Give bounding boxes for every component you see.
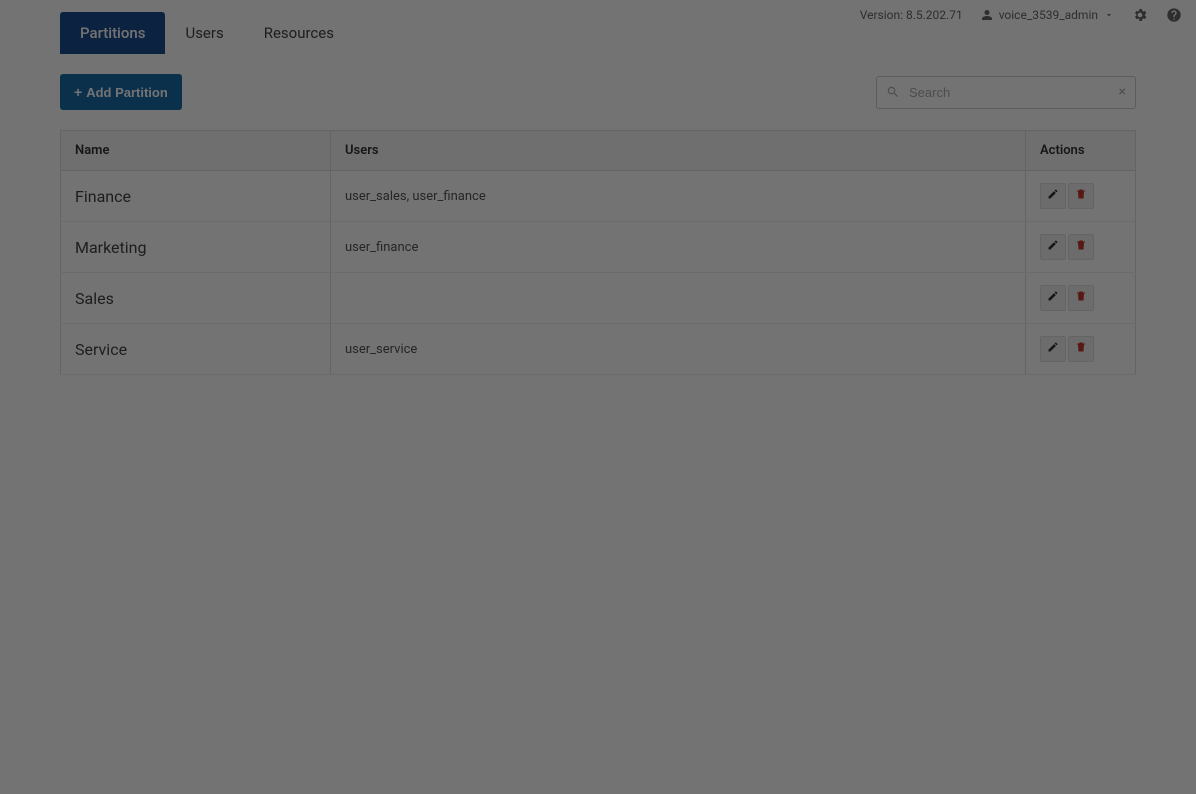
user-icon — [981, 9, 993, 21]
table-row: Sales — [61, 273, 1136, 324]
col-header-users: Users — [331, 131, 1026, 171]
add-button-label: Add Partition — [86, 85, 168, 100]
cell-users: user_sales, user_finance — [331, 171, 1026, 222]
add-partition-button[interactable]: + Add Partition — [60, 74, 182, 110]
username-label: voice_3539_admin — [999, 8, 1098, 22]
gear-icon[interactable] — [1132, 7, 1148, 23]
help-icon[interactable] — [1166, 7, 1182, 23]
trash-icon — [1075, 188, 1087, 204]
plus-icon: + — [74, 84, 82, 100]
cell-users: user_service — [331, 324, 1026, 375]
delete-button[interactable] — [1068, 183, 1094, 209]
cell-name: Marketing — [61, 222, 331, 273]
pencil-icon — [1047, 341, 1059, 357]
table-row: Financeuser_sales, user_finance — [61, 171, 1136, 222]
cell-users: user_finance — [331, 222, 1026, 273]
tab-users[interactable]: Users — [165, 12, 243, 54]
tab-partitions[interactable]: Partitions — [60, 12, 165, 54]
search-icon — [886, 85, 900, 99]
search-container: × — [876, 76, 1136, 109]
trash-icon — [1075, 341, 1087, 357]
delete-button[interactable] — [1068, 336, 1094, 362]
cell-actions — [1026, 273, 1136, 324]
chevron-down-icon — [1104, 10, 1114, 20]
pencil-icon — [1047, 290, 1059, 306]
cell-actions — [1026, 171, 1136, 222]
cell-name: Sales — [61, 273, 331, 324]
table-row: Marketinguser_finance — [61, 222, 1136, 273]
search-input[interactable] — [876, 76, 1136, 109]
cell-actions — [1026, 324, 1136, 375]
tab-resources[interactable]: Resources — [244, 12, 354, 54]
table-row: Serviceuser_service — [61, 324, 1136, 375]
delete-button[interactable] — [1068, 234, 1094, 260]
cell-name: Finance — [61, 171, 331, 222]
col-header-name: Name — [61, 131, 331, 171]
pencil-icon — [1047, 239, 1059, 255]
clear-search-icon[interactable]: × — [1119, 84, 1126, 100]
trash-icon — [1075, 239, 1087, 255]
col-header-actions: Actions — [1026, 131, 1136, 171]
edit-button[interactable] — [1040, 183, 1066, 209]
version-label: Version: 8.5.202.71 — [860, 8, 963, 22]
partitions-table: Name Users Actions Financeuser_sales, us… — [60, 130, 1136, 375]
cell-name: Service — [61, 324, 331, 375]
trash-icon — [1075, 290, 1087, 306]
delete-button[interactable] — [1068, 285, 1094, 311]
edit-button[interactable] — [1040, 234, 1066, 260]
cell-users — [331, 273, 1026, 324]
edit-button[interactable] — [1040, 285, 1066, 311]
edit-button[interactable] — [1040, 336, 1066, 362]
user-menu[interactable]: voice_3539_admin — [981, 8, 1114, 22]
pencil-icon — [1047, 188, 1059, 204]
cell-actions — [1026, 222, 1136, 273]
